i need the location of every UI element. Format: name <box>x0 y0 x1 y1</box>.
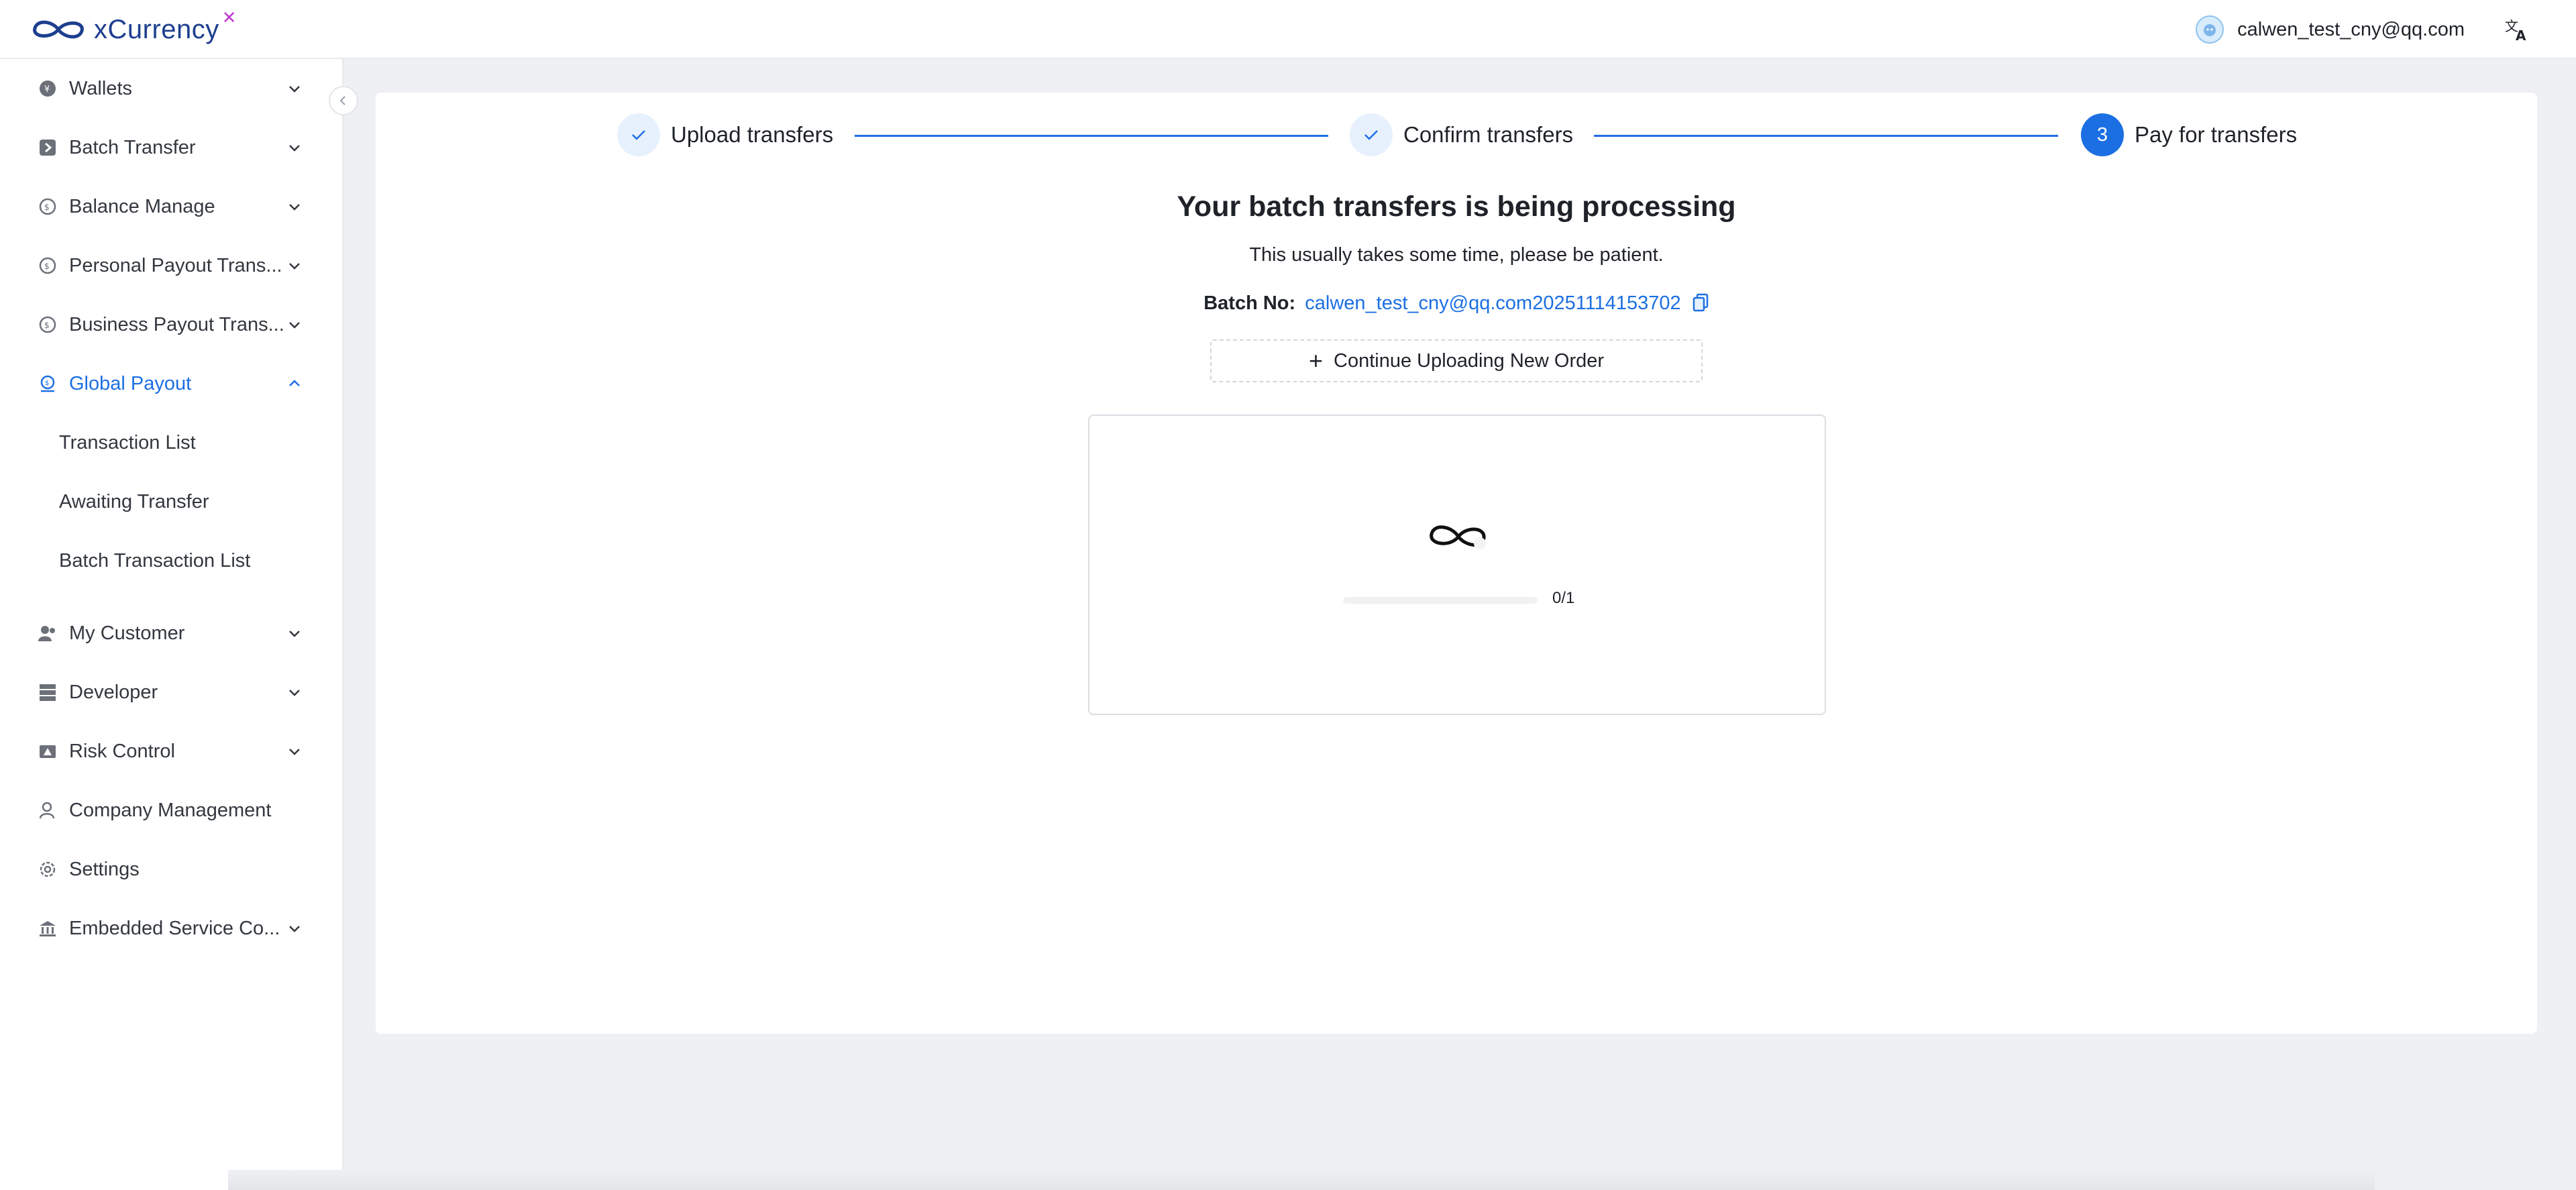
user-email: calwen_test_cny@qq.com <box>2237 18 2465 40</box>
gear-icon <box>38 859 58 879</box>
svg-text:¥: ¥ <box>44 85 50 95</box>
sidebar-item-embedded-service[interactable]: Embedded Service Co... <box>0 899 343 958</box>
chevron-down-icon <box>289 204 300 211</box>
chevron-down-icon <box>289 926 300 932</box>
sidebar: ¥ Wallets Batch Transfer $ Balance Manag… <box>0 59 343 1190</box>
sidebar-item-label: Business Payout Trans... <box>69 313 284 335</box>
batch-number-label: Batch No: <box>1203 292 1296 314</box>
personal-payout-icon: $ <box>38 256 58 276</box>
sidebar-item-label: Developer <box>69 681 158 703</box>
sidebar-item-label: Risk Control <box>69 740 175 762</box>
chevron-down-icon <box>289 86 300 93</box>
balance-cycle-icon: $ <box>38 197 58 217</box>
copy-icon[interactable] <box>1692 293 1709 312</box>
chevron-down-icon <box>289 690 300 696</box>
sidebar-item-balance-manage[interactable]: $ Balance Manage <box>0 177 343 236</box>
step-label: Pay for transfers <box>2135 122 2298 147</box>
user-outline-icon <box>38 800 58 820</box>
page-subtitle: This usually takes some time, please be … <box>1249 244 1664 266</box>
sidebar-item-settings[interactable]: Settings <box>0 840 343 899</box>
wallet-coin-icon: ¥ <box>38 78 58 99</box>
sidebar-subitem-batch-transaction-list[interactable]: Batch Transaction List <box>59 531 250 590</box>
progress-bar <box>1343 597 1538 604</box>
page-title: Your batch transfers is being processing <box>1177 191 1736 223</box>
step-confirm-transfers: Confirm transfers <box>1350 113 1573 157</box>
translate-icon[interactable]: 文 A <box>2502 15 2532 44</box>
users-icon <box>38 623 58 643</box>
server-icon <box>38 682 58 702</box>
step-connector <box>855 135 1328 137</box>
batch-number-value[interactable]: calwen_test_cny@qq.com20251114153702 <box>1305 292 1680 314</box>
sidebar-item-company-management[interactable]: Company Management <box>0 781 343 840</box>
sidebar-item-wallets[interactable]: ¥ Wallets <box>0 59 343 118</box>
sidebar-item-label: Balance Manage <box>69 195 215 217</box>
chevron-down-icon <box>289 631 300 637</box>
business-payout-icon: $ <box>38 315 58 335</box>
chevron-down-icon <box>289 145 300 152</box>
chevron-down-icon <box>289 322 300 329</box>
sidebar-subitem-awaiting-transfer[interactable]: Awaiting Transfer <box>59 472 209 531</box>
sidebar-item-label: Embedded Service Co... <box>69 917 280 939</box>
sidebar-item-label: Personal Payout Trans... <box>69 254 282 276</box>
batch-transfer-icon <box>38 138 58 158</box>
user-menu[interactable]: calwen_test_cny@qq.com <box>2196 13 2465 46</box>
step-label: Upload transfers <box>671 122 834 147</box>
progress-panel: 0/1 <box>1088 415 1826 715</box>
chevron-left-icon <box>339 96 345 105</box>
infinity-loader-icon <box>1430 525 1486 549</box>
sidebar-item-my-customer[interactable]: My Customer <box>0 604 343 663</box>
chevron-down-icon <box>289 263 300 270</box>
step-upload-transfers: Upload transfers <box>617 113 833 157</box>
check-icon <box>1364 130 1378 140</box>
svg-text:$: $ <box>44 321 50 330</box>
sidebar-subitem-transaction-list[interactable]: Transaction List <box>59 413 196 472</box>
logo[interactable]: xCurrency ✕ <box>31 7 237 50</box>
chevron-down-icon <box>289 749 300 755</box>
sidebar-subitem-label: Awaiting Transfer <box>59 490 209 512</box>
progress-count: 0/1 <box>1552 589 1575 607</box>
step-current-circle: 3 <box>2081 113 2124 156</box>
infinity-logo-icon <box>33 20 84 39</box>
main-card: Upload transfers Confirm transfers 3 Pay… <box>376 93 2537 1034</box>
step-label: Confirm transfers <box>1403 122 1574 147</box>
svg-text:$: $ <box>45 380 49 387</box>
sidebar-item-label: Wallets <box>69 77 132 99</box>
check-icon <box>632 130 645 140</box>
step-connector <box>1594 135 2058 137</box>
svg-text:$: $ <box>44 203 50 212</box>
continue-uploading-label: Continue Uploading New Order <box>1334 349 1605 372</box>
chevron-up-icon <box>289 380 300 386</box>
step-done-circle <box>617 113 660 156</box>
global-payout-icon: $ <box>38 374 58 394</box>
app-name: xCurrency <box>94 14 219 44</box>
sidebar-item-label: Settings <box>69 858 140 880</box>
collapse-sidebar-button[interactable] <box>329 86 358 115</box>
bottom-shadow <box>228 1170 2375 1190</box>
sidebar-item-label: Company Management <box>69 799 272 821</box>
sidebar-item-risk-control[interactable]: Risk Control <box>0 722 343 781</box>
sidebar-item-business-payout[interactable]: $ Business Payout Trans... <box>0 295 343 354</box>
svg-text:$: $ <box>44 262 50 271</box>
sidebar-subitem-label: Transaction List <box>59 431 196 453</box>
plus-icon: + <box>1308 347 1324 374</box>
sidebar-item-label: My Customer <box>69 622 185 644</box>
sidebar-item-label: Batch Transfer <box>69 136 196 158</box>
top-header: xCurrency ✕ calwen_test_cny@qq.com 文 A <box>0 0 2576 59</box>
bank-icon <box>38 918 58 938</box>
svg-text:A: A <box>2516 28 2526 44</box>
sparkle-icon: ✕ <box>221 7 237 28</box>
sidebar-item-personal-payout[interactable]: $ Personal Payout Trans... <box>0 236 343 295</box>
batch-number-row: Batch No: calwen_test_cny@qq.com20251114… <box>376 292 2537 315</box>
step-pay-for-transfers: 3 Pay for transfers <box>2081 113 2297 157</box>
avatar-face-icon <box>2204 24 2216 36</box>
risk-alert-icon <box>38 741 58 761</box>
sidebar-item-label: Global Payout <box>69 372 192 394</box>
sidebar-item-global-payout[interactable]: $ Global Payout <box>0 354 343 413</box>
avatar <box>2196 15 2224 44</box>
sidebar-item-developer[interactable]: Developer <box>0 663 343 722</box>
sidebar-subitem-label: Batch Transaction List <box>59 549 251 572</box>
sidebar-item-batch-transfer[interactable]: Batch Transfer <box>0 118 343 177</box>
step-done-circle <box>1350 113 1393 156</box>
continue-uploading-button[interactable]: + Continue Uploading New Order <box>1210 339 1703 382</box>
